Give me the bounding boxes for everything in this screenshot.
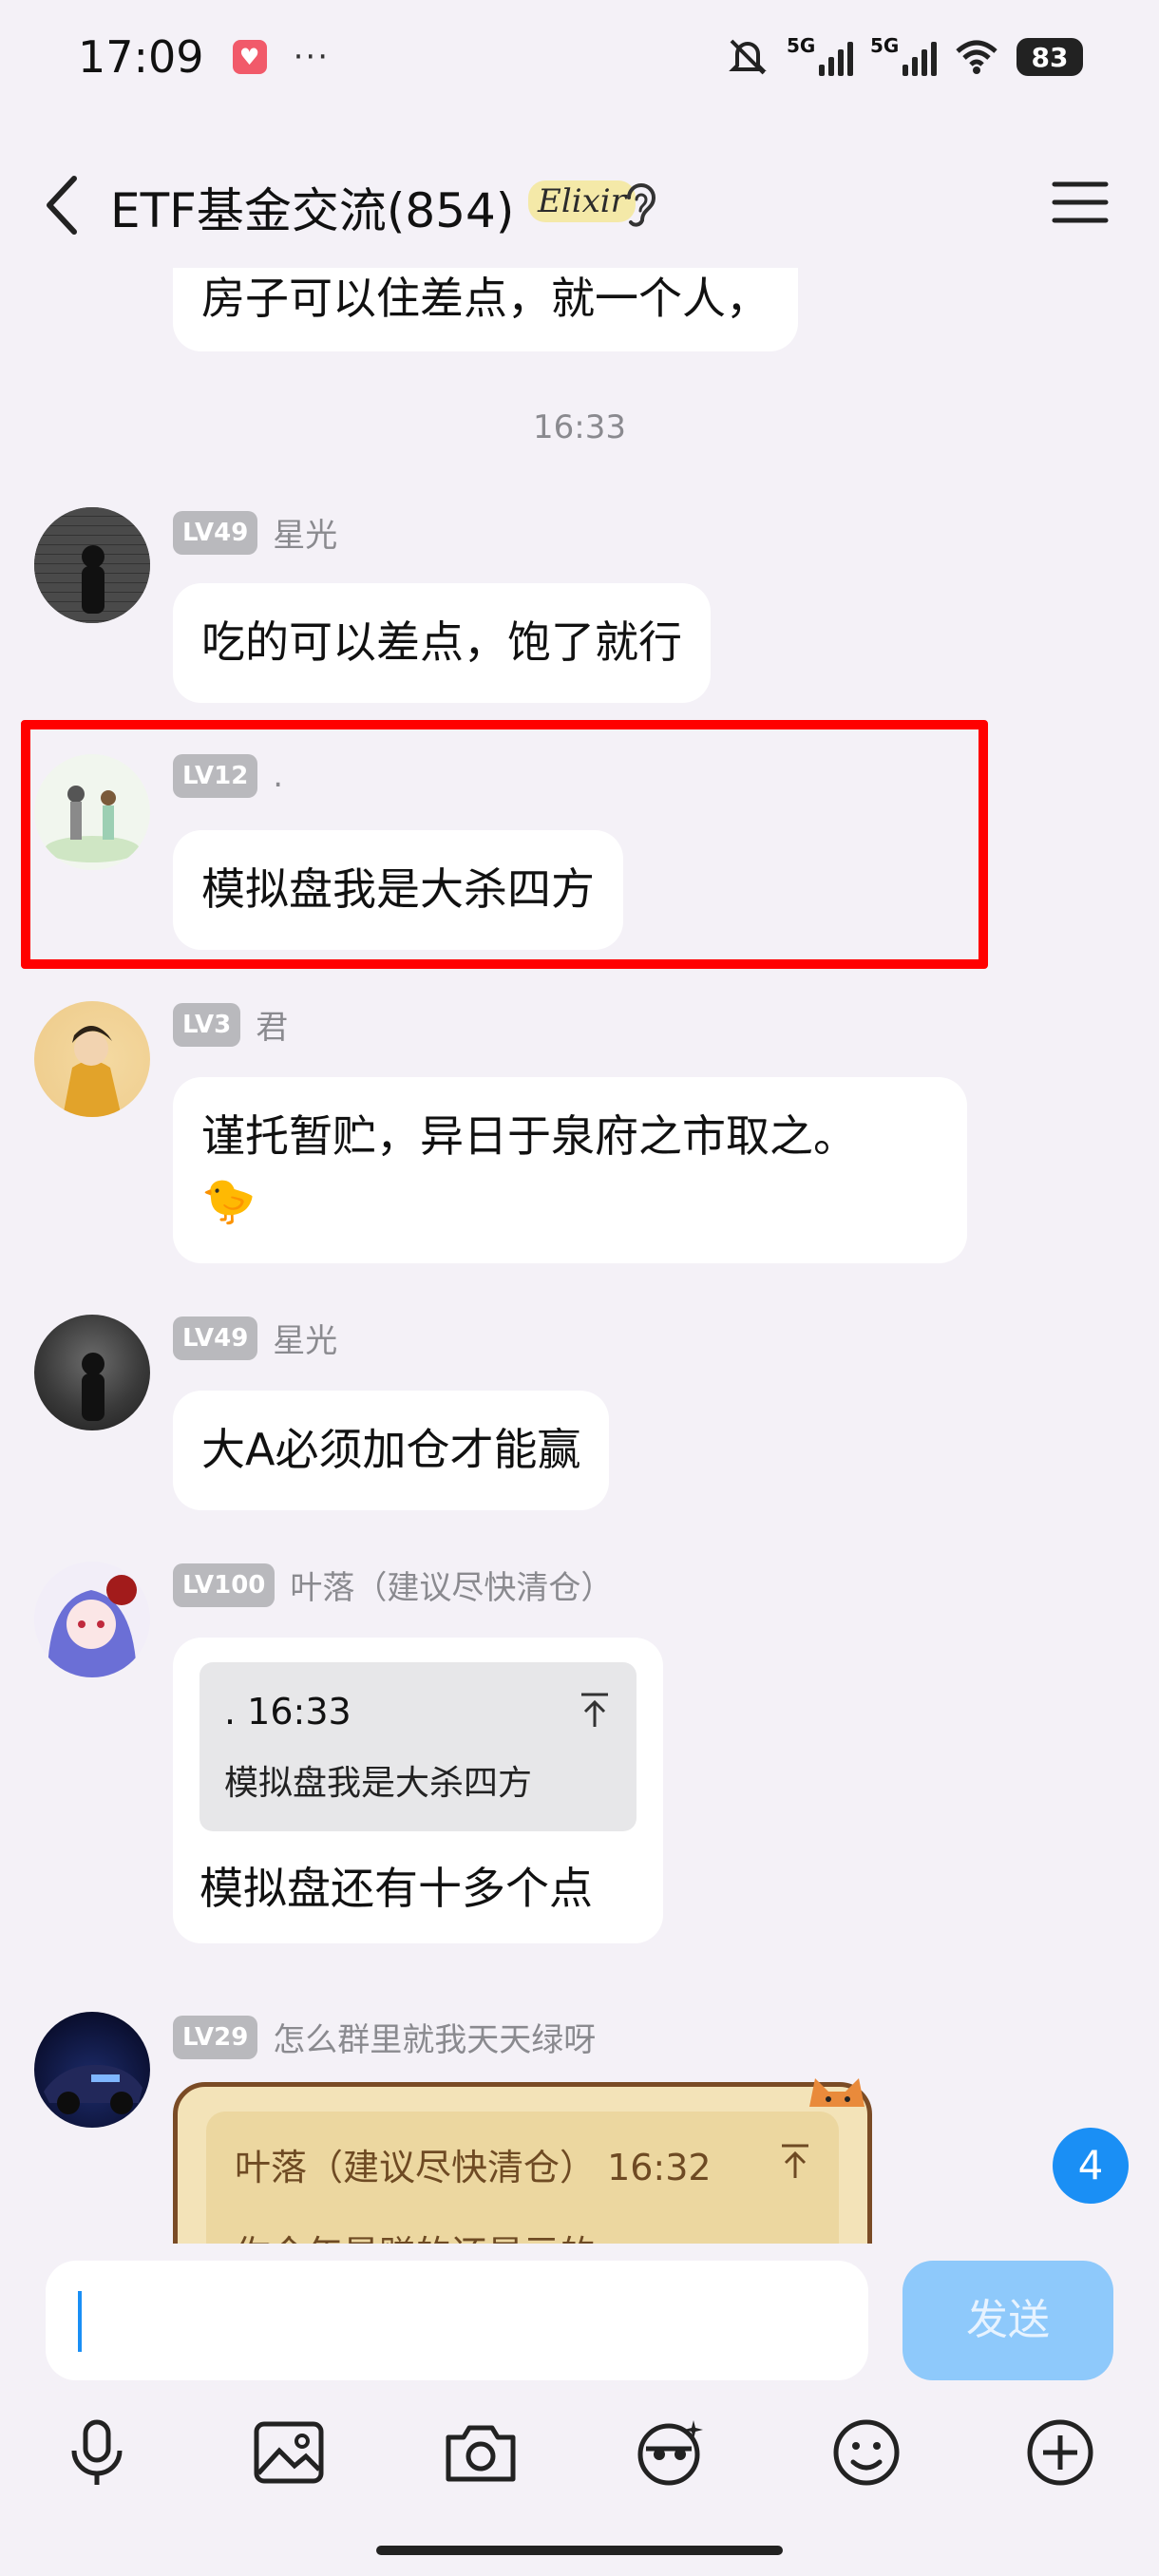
message-bubble[interactable]: 谨托暂贮，异日于泉府之市取之。 🐤 (173, 1077, 967, 1263)
nickname[interactable]: 星光 (273, 1315, 337, 1361)
more-notifications-icon: ··· (293, 38, 331, 76)
message-meta: LV3 君 (173, 1001, 288, 1048)
jump-to-original-icon[interactable] (578, 1691, 612, 1729)
person-silhouette-icon (82, 1353, 104, 1421)
message-text: 吃的可以差点，饱了就行 (201, 616, 682, 668)
message-text: 大A必须加仓才能赢 (201, 1424, 581, 1475)
chat-header: ETF基金交流(854) Elixir (0, 144, 1159, 268)
quote-text: 模拟盘我是大杀四方 (224, 1763, 533, 1803)
message-text: 模拟盘我是大杀四方 (201, 863, 595, 915)
silent-bell-icon (729, 39, 767, 75)
quote-header: . 16:33 (224, 1691, 352, 1733)
avatar[interactable] (34, 754, 150, 870)
battery-indicator: 83 (1016, 38, 1083, 76)
avatar[interactable] (34, 507, 150, 623)
level-badge: LV49 (173, 1316, 258, 1360)
quote-header: 叶落（建议尽快清仓） 16:32 (235, 2147, 712, 2188)
microphone-icon[interactable] (59, 2415, 135, 2491)
home-indicator[interactable] (376, 2546, 783, 2555)
emoji-icon[interactable] (828, 2415, 904, 2491)
message-text: 谨托暂贮，异日于泉府之市取之。 (201, 1110, 857, 1162)
unread-count-badge[interactable]: 4 (1053, 2128, 1129, 2204)
message-meta: LV49 星光 (173, 1315, 337, 1361)
input-area: 发送 (0, 2244, 1159, 2576)
image-icon[interactable] (251, 2415, 327, 2491)
cat-decoration-icon (809, 2078, 864, 2107)
person-silhouette-icon (34, 507, 150, 623)
message-meta: LV100 叶落（建议尽快清仓） (173, 1562, 613, 1608)
couple-illustration-icon (45, 786, 140, 862)
avatar[interactable] (34, 1315, 150, 1430)
text-caret (78, 2291, 82, 2352)
level-badge: LV12 (173, 754, 258, 798)
message-bubble[interactable]: . 16:33 模拟盘我是大杀四方 模拟盘还有十多个点 (173, 1638, 663, 1943)
chat-title[interactable]: ETF基金交流(854) (110, 173, 514, 241)
nickname[interactable]: 叶落（建议尽快清仓） (290, 1562, 613, 1608)
avatar[interactable] (34, 1562, 150, 1677)
message-bubble[interactable]: 模拟盘我是大杀四方 (173, 830, 623, 950)
message-text: 模拟盘还有十多个点 (200, 1863, 593, 1915)
duck-emoji-icon: 🐤 (201, 1174, 256, 1226)
anime-character-icon (63, 1026, 122, 1117)
ear-icon[interactable] (619, 177, 661, 234)
send-button[interactable]: 发送 (902, 2261, 1113, 2380)
back-arrow-icon[interactable] (34, 167, 91, 243)
sticker-icon[interactable] (633, 2415, 709, 2491)
cell-signal-1-icon: 5G (787, 34, 853, 76)
nickname[interactable]: 怎么群里就我天天绿呀 (273, 2014, 596, 2060)
message-bubble[interactable]: 大A必须加仓才能赢 (173, 1391, 610, 1510)
avatar[interactable] (34, 1001, 150, 1117)
camera-icon[interactable] (443, 2415, 519, 2491)
avatar[interactable] (34, 2012, 150, 2128)
jump-to-original-icon[interactable] (778, 2142, 812, 2180)
menu-icon[interactable] (1051, 173, 1110, 232)
message-meta: LV49 星光 (173, 509, 337, 556)
level-badge: LV3 (173, 1002, 241, 1047)
time-divider: 16:33 (533, 408, 626, 446)
anime-girl-icon (48, 1575, 137, 1677)
nickname[interactable]: . (273, 757, 283, 795)
wifi-icon (956, 40, 998, 74)
message-text: 房子可以住差点，就一个人， (201, 273, 770, 324)
nickname[interactable]: 君 (256, 1001, 288, 1048)
level-badge: LV49 (173, 510, 258, 555)
quoted-reply[interactable]: . 16:33 模拟盘我是大杀四方 (200, 1662, 636, 1832)
status-time: 17:09 (78, 31, 204, 83)
car-icon (44, 2064, 142, 2114)
message-meta: LV29 怎么群里就我天天绿呀 (173, 2014, 596, 2060)
message-bubble[interactable]: 吃的可以差点，饱了就行 (173, 583, 711, 703)
status-bar: 17:09 ♥ ··· 5G 5G 83 (0, 0, 1159, 114)
message-meta: LV12 . (173, 754, 283, 798)
nickname[interactable]: 星光 (273, 509, 337, 556)
message-input[interactable] (46, 2261, 868, 2380)
cell-signal-2-icon: 5G (870, 34, 937, 76)
level-badge: LV100 (173, 1563, 276, 1607)
plus-icon[interactable] (1022, 2415, 1098, 2491)
red-app-icon: ♥ (232, 40, 267, 74)
level-badge: LV29 (173, 2015, 258, 2059)
